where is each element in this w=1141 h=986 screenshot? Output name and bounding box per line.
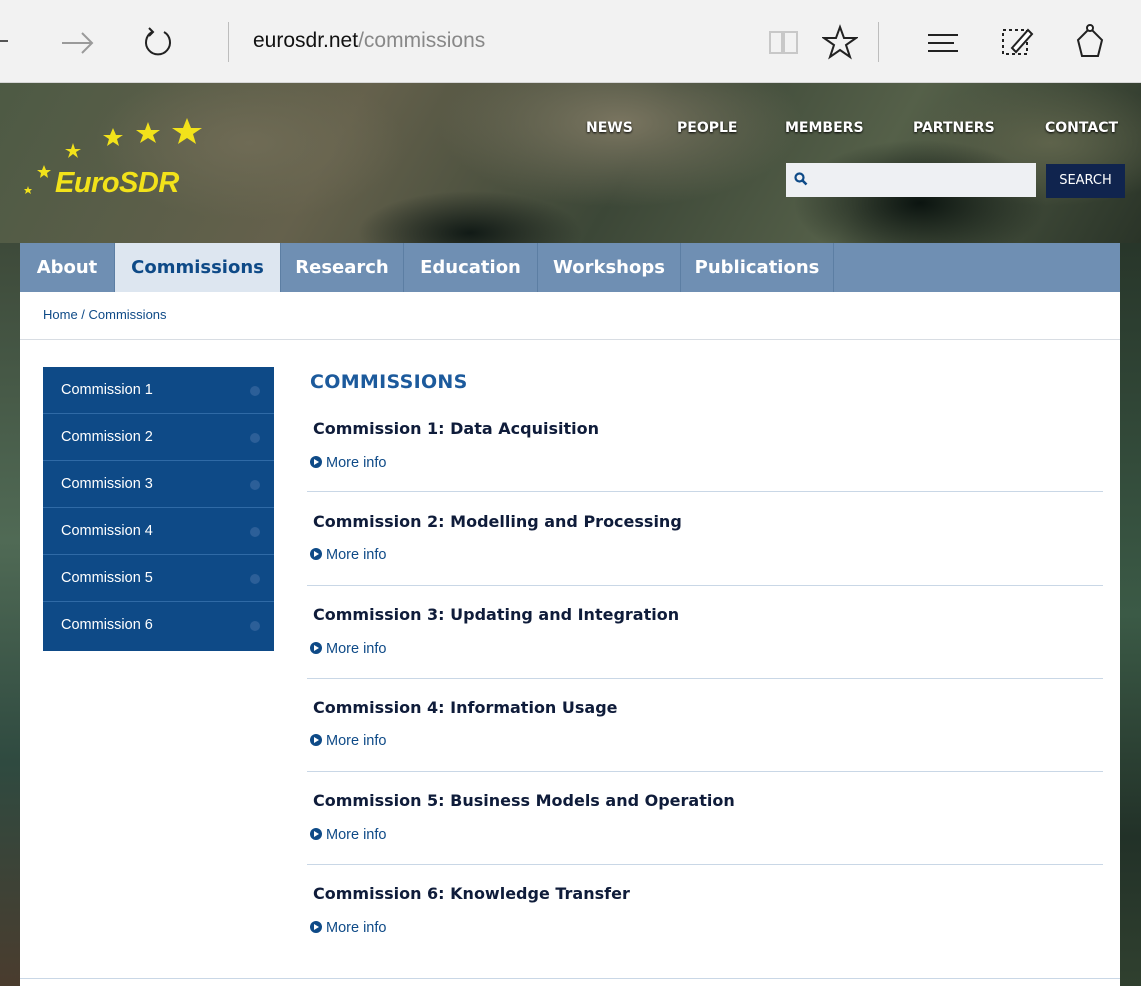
list-divider <box>307 771 1103 772</box>
sidebar-item-label: Commission 2 <box>61 429 153 445</box>
nav-research[interactable]: Research <box>281 243 404 292</box>
content-bottom-divider <box>20 978 1120 979</box>
url-path: /commissions <box>358 29 486 52</box>
arrow-circle-icon <box>310 548 322 560</box>
bullet-icon <box>250 527 260 537</box>
sidebar-item-label: Commission 6 <box>61 617 153 633</box>
nav-workshops[interactable]: Workshops <box>538 243 681 292</box>
commission-title-4[interactable]: Commission 4: Information Usage <box>313 698 618 717</box>
sidebar-item-commission-4[interactable]: Commission 4 <box>43 508 274 555</box>
more-info-link-2[interactable]: More info <box>310 547 386 563</box>
background-image-right <box>1120 243 1141 986</box>
search-input[interactable] <box>786 163 1036 197</box>
bullet-icon <box>250 386 260 396</box>
sidebar-item-label: Commission 5 <box>61 570 153 586</box>
sidebar-item-commission-6[interactable]: Commission 6 <box>43 602 274 649</box>
reading-view-icon[interactable] <box>767 28 801 56</box>
bullet-icon <box>250 574 260 584</box>
list-divider <box>307 585 1103 586</box>
breadcrumb[interactable]: Home / Commissions <box>43 307 167 322</box>
more-info-label: More info <box>326 641 387 657</box>
arrow-circle-icon <box>310 734 322 746</box>
favorite-star-icon[interactable] <box>822 24 858 60</box>
commission-title-5[interactable]: Commission 5: Business Models and Operat… <box>313 791 735 810</box>
share-icon[interactable] <box>1072 24 1108 62</box>
more-info-label: More info <box>326 827 387 843</box>
bullet-icon <box>250 480 260 490</box>
list-divider <box>307 491 1103 492</box>
arrow-circle-icon <box>310 921 322 933</box>
more-info-link-4[interactable]: More info <box>310 733 386 749</box>
more-info-label: More info <box>326 733 387 749</box>
sidebar-item-label: Commission 4 <box>61 523 153 539</box>
sidebar-item-commission-3[interactable]: Commission 3 <box>43 461 274 508</box>
more-info-link-6[interactable]: More info <box>310 920 386 936</box>
nav-commissions[interactable]: Commissions <box>115 243 281 292</box>
main-navigation: About Commissions Research Education Wor… <box>20 243 1120 292</box>
search-icon <box>794 172 808 186</box>
arrow-circle-icon <box>310 456 322 468</box>
sidebar-item-commission-1[interactable]: Commission 1 <box>43 367 274 414</box>
nav-about[interactable]: About <box>20 243 115 292</box>
more-info-link-5[interactable]: More info <box>310 827 386 843</box>
list-divider <box>307 678 1103 679</box>
more-info-label: More info <box>326 547 387 563</box>
forward-icon[interactable] <box>58 28 98 58</box>
background-image-left <box>0 243 20 986</box>
arrow-circle-icon <box>310 828 322 840</box>
topnav-news[interactable]: NEWS <box>586 120 633 136</box>
page-title: COMMISSIONS <box>310 371 468 393</box>
more-info-label: More info <box>326 455 387 471</box>
nav-publications[interactable]: Publications <box>681 243 834 292</box>
toolbar-separator <box>228 22 229 62</box>
url-host: eurosdr.net <box>253 29 359 52</box>
breadcrumb-divider <box>20 339 1120 340</box>
sidebar-item-commission-5[interactable]: Commission 5 <box>43 555 274 602</box>
topnav-members[interactable]: MEMBERS <box>785 120 864 136</box>
commission-title-3[interactable]: Commission 3: Updating and Integration <box>313 605 679 624</box>
commission-title-6[interactable]: Commission 6: Knowledge Transfer <box>313 884 630 903</box>
eurosdr-logo-stars[interactable] <box>22 110 212 220</box>
nav-education[interactable]: Education <box>404 243 538 292</box>
browser-toolbar: eurosdr.net/commissions <box>0 0 1141 83</box>
more-info-link-1[interactable]: More info <box>310 455 386 471</box>
refresh-icon[interactable] <box>140 24 176 60</box>
web-note-icon[interactable] <box>1000 24 1036 60</box>
commission-title-2[interactable]: Commission 2: Modelling and Processing <box>313 512 682 531</box>
commission-title-1[interactable]: Commission 1: Data Acquisition <box>313 419 599 438</box>
sidebar-item-label: Commission 1 <box>61 382 153 398</box>
toolbar-separator-2 <box>878 22 879 62</box>
list-divider <box>307 864 1103 865</box>
back-icon[interactable] <box>0 40 8 42</box>
sidebar-item-commission-2[interactable]: Commission 2 <box>43 414 274 461</box>
search-button[interactable]: SEARCH <box>1046 164 1125 198</box>
sidebar-item-label: Commission 3 <box>61 476 153 492</box>
hub-menu-icon[interactable] <box>926 32 962 54</box>
arrow-circle-icon <box>310 642 322 654</box>
bullet-icon <box>250 621 260 631</box>
address-bar[interactable]: eurosdr.net/commissions <box>253 29 485 53</box>
commission-sidebar: Commission 1 Commission 2 Commission 3 C… <box>43 367 274 651</box>
topnav-people[interactable]: PEOPLE <box>677 120 737 136</box>
topnav-contact[interactable]: CONTACT <box>1045 120 1118 136</box>
eurosdr-logo-text[interactable]: EuroSDR <box>55 167 179 200</box>
topnav-partners[interactable]: PARTNERS <box>913 120 995 136</box>
more-info-link-3[interactable]: More info <box>310 641 386 657</box>
more-info-label: More info <box>326 920 387 936</box>
bullet-icon <box>250 433 260 443</box>
